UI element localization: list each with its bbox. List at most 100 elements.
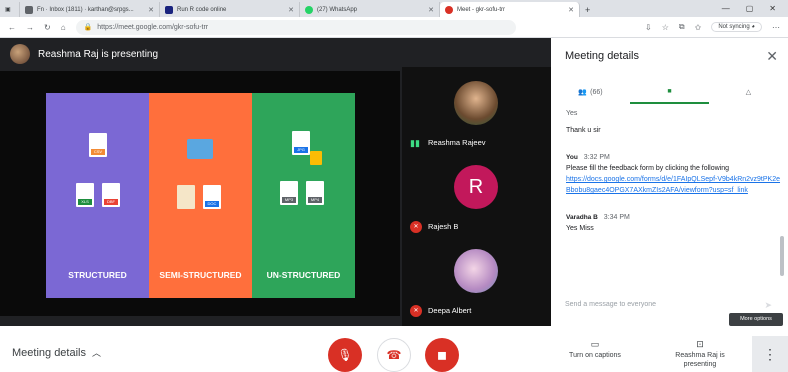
avatar	[454, 81, 498, 125]
sender-name: Varadha B	[566, 214, 598, 221]
lock-icon: 🔒	[83, 24, 93, 31]
camera-toggle-button[interactable]: ◼	[425, 338, 459, 372]
mic-off-icon: 🎙	[337, 348, 353, 362]
camera-off-icon: ◼	[437, 348, 447, 362]
image-file-icon	[310, 151, 322, 165]
tab-actions-button[interactable]: ▣	[0, 2, 20, 17]
back-icon[interactable]: ←	[8, 23, 16, 32]
send-icon[interactable]: ➤	[764, 300, 772, 311]
mail-icon	[25, 5, 33, 14]
folder-icon	[187, 139, 213, 159]
panel-title: Meeting details	[565, 50, 639, 62]
more-options-button[interactable]: ⋮	[752, 336, 788, 372]
bottom-bar: Meeting details ︿ 🎙 ☎ ◼ ▭ Turn on captions…	[0, 326, 788, 372]
tab-chat[interactable]: ■	[630, 80, 709, 104]
tab-gmail[interactable]: Fn · Inbox (1811) · karthan@srpgs... ✕	[20, 2, 160, 17]
tab-whatsapp[interactable]: (27) WhatsApp ✕	[300, 2, 440, 17]
xls-file-icon: XLS	[76, 183, 94, 207]
chat-message: Please fill the feedback form by clickin…	[566, 165, 730, 172]
home-icon[interactable]: ⌂	[61, 23, 66, 32]
mic-off-icon: ✕	[410, 221, 422, 233]
tab-r-code[interactable]: Run R code online ✕	[160, 2, 300, 17]
present-icon: ⊡	[696, 339, 704, 349]
doc-tag: DBF	[104, 199, 118, 205]
presenting-button[interactable]: ⊡ Reashma Raj is presenting	[660, 340, 740, 369]
message-time: 3:34 PM	[603, 214, 630, 221]
close-icon[interactable]: ✕	[428, 6, 434, 14]
participant-name: Rajesh B	[428, 222, 459, 231]
chat-message: Yes	[566, 110, 578, 117]
more-vert-icon: ⋮	[763, 346, 777, 362]
chat-messages: Yes Thank u sir You 3:32 PM Please fill t…	[566, 108, 781, 234]
favorites-icon[interactable]: ✩	[695, 23, 702, 32]
minimize-icon[interactable]: —	[722, 4, 730, 13]
leave-call-button[interactable]: ☎	[377, 338, 411, 372]
csv-file-icon: CSV	[89, 133, 107, 157]
tab-actions-icon: ▣	[5, 7, 11, 13]
captions-icon: ▭	[590, 339, 600, 349]
shapes-icon: △	[745, 89, 752, 96]
reload-icon[interactable]: ↻	[44, 23, 51, 32]
participant-tile[interactable]: ✕ Deepa Albert	[402, 239, 551, 323]
more-options-tooltip: More options	[729, 313, 783, 326]
speaking-icon: ▮▮	[410, 138, 420, 148]
plus-icon: +	[585, 4, 591, 15]
scrollbar[interactable]	[780, 236, 784, 276]
doc-file-icon: DOC	[203, 185, 221, 209]
chat-message: Yes Miss	[566, 225, 594, 232]
close-window-icon[interactable]: ✕	[769, 4, 776, 13]
meeting-details-label: Meeting details	[12, 347, 86, 359]
tab-label: Meet - gkr-sofu-trr	[457, 6, 506, 13]
chevron-up-icon: ︿	[92, 348, 102, 358]
slide-column-unstructured: JPG MP3 MP4 UN-STRUCTURED	[252, 93, 355, 298]
captions-button[interactable]: ▭ Turn on captions	[555, 340, 635, 360]
participant-tile[interactable]: ▮▮ Reashma Rajeev	[402, 71, 551, 155]
jpg-file-icon: JPG	[292, 131, 310, 155]
tab-meet[interactable]: Meet - gkr-sofu-trr ✕	[440, 2, 580, 17]
participant-tile[interactable]: R ✕ Rajesh B	[402, 155, 551, 239]
tab-label: Run R code online	[177, 6, 227, 13]
window-controls: — ▢ ✕	[722, 4, 788, 13]
meet-icon	[445, 5, 453, 14]
maximize-icon[interactable]: ▢	[746, 4, 754, 13]
address-toolbar: ← → ↻ ⌂ 🔒 https://meet.google.com/gkr-so…	[0, 17, 788, 38]
forward-icon[interactable]: →	[26, 23, 34, 32]
dbf-file-icon: DBF	[102, 183, 120, 207]
url-bar[interactable]: 🔒 https://meet.google.com/gkr-sofu-trr	[75, 19, 516, 35]
close-icon[interactable]: ✕	[288, 6, 294, 14]
chat-sender: You 3:32 PM	[566, 152, 781, 163]
download-icon[interactable]: ⇩	[645, 23, 652, 32]
mic-toggle-button[interactable]: 🎙	[328, 338, 362, 372]
document-icon	[177, 185, 195, 209]
participant-tiles: ▮▮ Reashma Rajeev R ✕ Rajesh B ✕ Deepa A…	[402, 67, 551, 326]
message-input[interactable]: Send a message to everyone	[565, 301, 656, 308]
close-icon[interactable]: ✕	[766, 48, 778, 65]
tab-people[interactable]: 👥 (66)	[551, 80, 630, 104]
sync-button[interactable]: Not syncing ◕	[711, 22, 762, 32]
feedback-link[interactable]: https://docs.google.com/forms/d/e/1FAIpQ…	[566, 174, 781, 196]
whatsapp-icon	[305, 5, 313, 14]
hang-up-icon: ☎	[386, 348, 402, 362]
chat-icon: ■	[667, 87, 672, 95]
browser-tabbar: ▣ Fn · Inbox (1811) · karthan@srpgs... ✕…	[0, 0, 788, 17]
url-text: https://meet.google.com/gkr-sofu-trr	[97, 23, 209, 31]
slide-column-semi-structured: DOC SEMI-STRUCTURED	[149, 93, 252, 298]
close-icon[interactable]: ✕	[568, 6, 574, 14]
participant-name: Reashma Rajeev	[428, 138, 486, 147]
extensions-icon[interactable]: ⧉	[679, 22, 685, 32]
new-tab-button[interactable]: +	[580, 2, 595, 17]
tab-activities[interactable]: △	[709, 80, 788, 104]
chat-sender: Varadha B 3:34 PM	[566, 212, 781, 223]
doc-tag: XLS	[78, 199, 92, 205]
doc-tag: MP4	[308, 197, 322, 203]
close-icon[interactable]: ✕	[148, 6, 154, 14]
star-icon[interactable]: ☆	[662, 23, 669, 32]
presenting-label: Reashma Raj is presenting	[675, 352, 725, 368]
column-label: UN-STRUCTURED	[266, 270, 341, 280]
meeting-details-button[interactable]: Meeting details ︿	[12, 346, 101, 359]
menu-icon[interactable]: ⋯	[772, 23, 780, 32]
column-label: SEMI-STRUCTURED	[159, 270, 242, 280]
people-count: (66)	[590, 88, 603, 96]
doc-tag: DOC	[205, 201, 219, 207]
presenter-text: Reashma Raj is presenting	[38, 48, 159, 60]
